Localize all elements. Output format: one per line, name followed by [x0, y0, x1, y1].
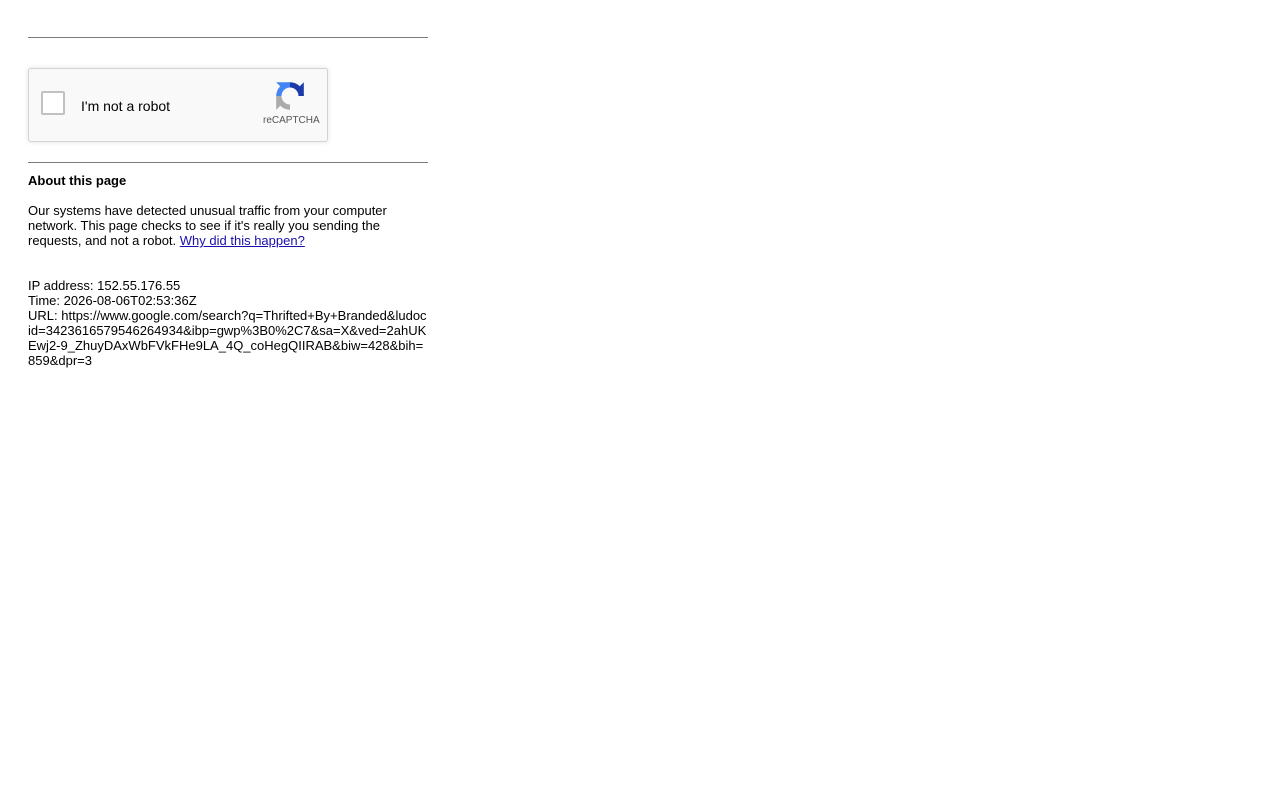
not-a-robot-checkbox[interactable] [41, 91, 65, 115]
captcha-page: I'm not a robot reCAPTCHA About this pag… [28, 0, 428, 368]
ip-address-line: IP address: 152.55.176.55 [28, 278, 428, 293]
ip-value: 152.55.176.55 [97, 278, 181, 293]
recaptcha-logo-icon [276, 82, 304, 110]
url-label: URL: [28, 308, 58, 323]
recaptcha-brand: reCAPTCHA [263, 115, 320, 126]
about-description: Our systems have detected unusual traffi… [28, 203, 428, 248]
request-info: IP address: 152.55.176.55 Time: 2026-08-… [28, 278, 428, 368]
url-line: URL: https://www.google.com/search?q=Thr… [28, 308, 428, 368]
url-value: https://www.google.com/search?q=Thrifted… [28, 308, 427, 368]
time-value: 2026-08-06T02:53:36Z [63, 293, 197, 308]
bottom-divider [28, 162, 428, 163]
why-did-this-happen-link[interactable]: Why did this happen? [180, 233, 305, 248]
time-label: Time: [28, 293, 61, 308]
top-divider [28, 37, 428, 38]
about-title: About this page [28, 173, 127, 188]
checkbox-label[interactable]: I'm not a robot [81, 98, 170, 114]
time-line: Time: 2026-08-06T02:53:36Z [28, 293, 428, 308]
ip-label: IP address: [28, 278, 94, 293]
recaptcha-widget: I'm not a robot reCAPTCHA [28, 68, 328, 142]
